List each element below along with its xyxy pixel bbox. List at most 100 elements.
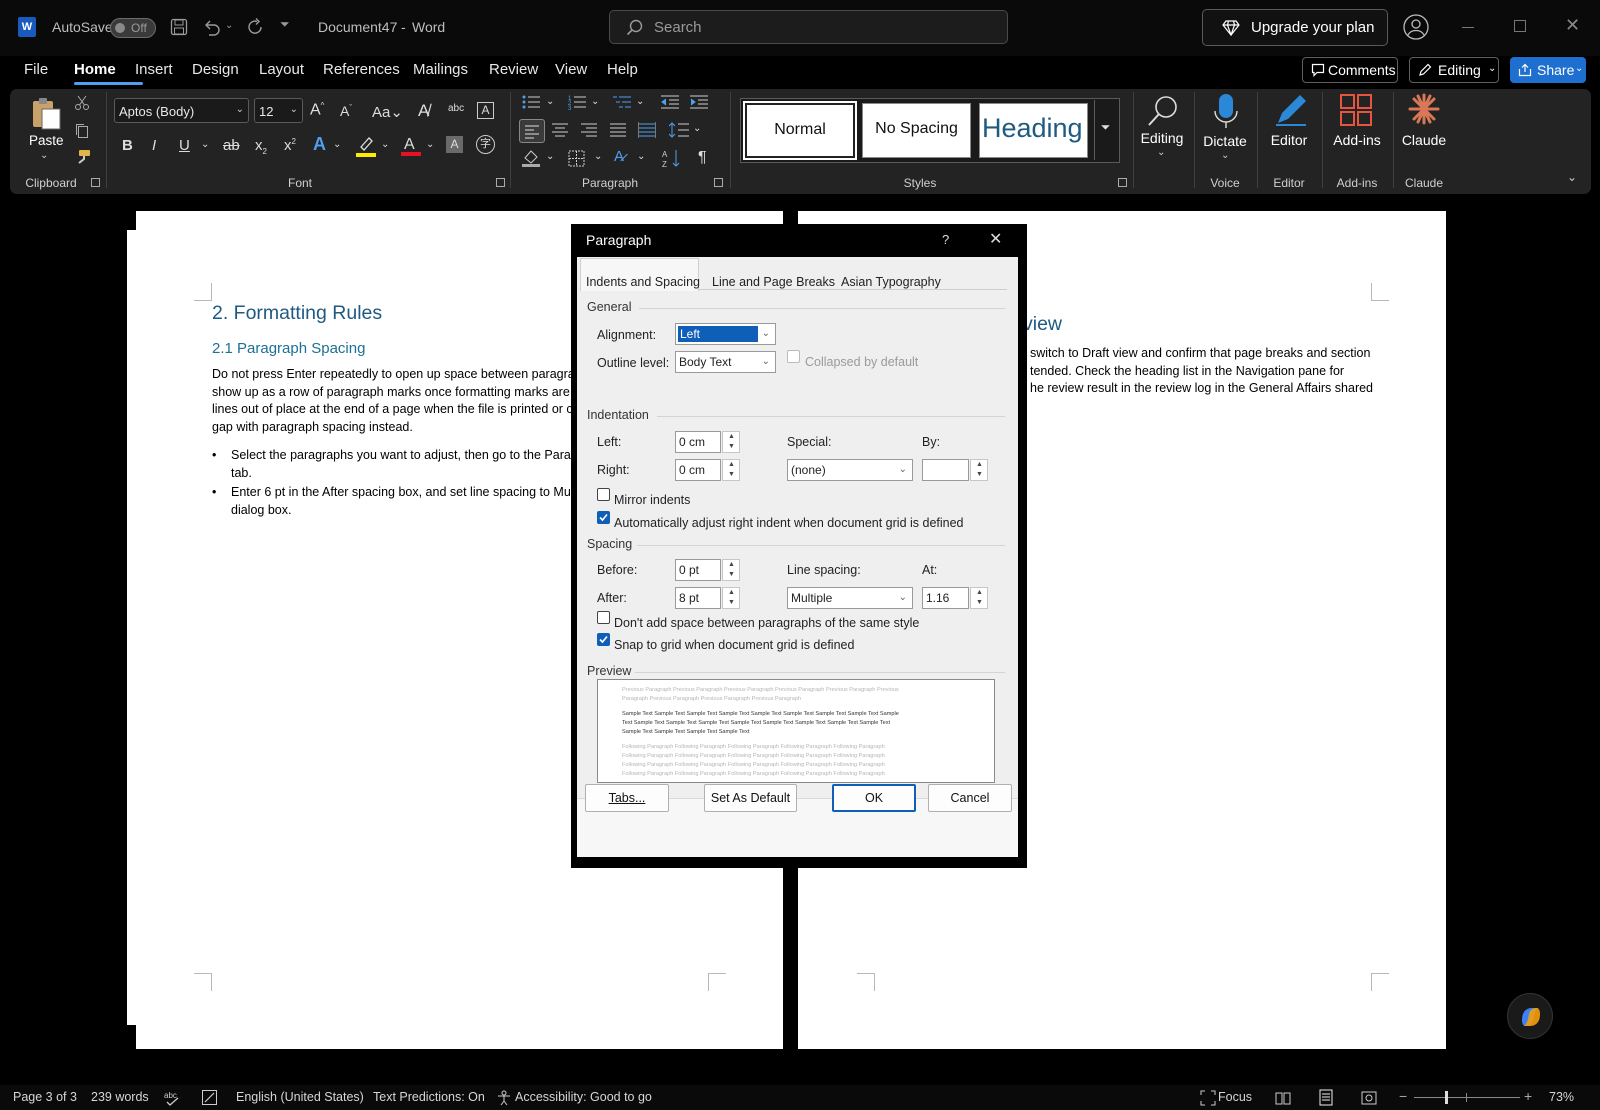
- collapse-ribbon-icon[interactable]: ⌄: [1567, 170, 1577, 184]
- zoom-level[interactable]: 73%: [1549, 1090, 1574, 1104]
- add-ins-button[interactable]: Add-ins: [1328, 132, 1386, 148]
- save-icon[interactable]: [170, 18, 188, 36]
- word-count[interactable]: 239 words: [91, 1090, 149, 1104]
- outline-level-select[interactable]: Body Text ⌄: [675, 351, 776, 373]
- menu-design[interactable]: Design: [192, 61, 239, 78]
- enclose-characters-icon[interactable]: 字: [476, 135, 495, 154]
- set-as-default-button[interactable]: Set As Default: [704, 784, 797, 812]
- mirror-indents-checkbox[interactable]: [597, 488, 610, 501]
- align-right-icon[interactable]: [580, 122, 598, 138]
- distributed-icon[interactable]: [638, 122, 656, 138]
- shading-chevron-icon[interactable]: ⌄: [546, 151, 554, 162]
- right-indent-input[interactable]: 0 cm ▲ ▼: [675, 459, 740, 481]
- menu-layout[interactable]: Layout: [259, 61, 304, 78]
- comments-button[interactable]: Comments: [1302, 57, 1398, 83]
- strikethrough-icon[interactable]: ab: [223, 137, 240, 154]
- underline-icon[interactable]: U: [179, 137, 190, 154]
- highlight-color-icon[interactable]: [356, 135, 376, 157]
- left-indent-input[interactable]: 0 cm ▲ ▼: [675, 431, 740, 453]
- shading-icon[interactable]: [522, 149, 540, 167]
- tabs-button[interactable]: Tabs...: [585, 784, 669, 812]
- numbering-chevron-icon[interactable]: ⌄: [591, 96, 599, 107]
- align-left-icon[interactable]: [519, 119, 545, 143]
- paste-label[interactable]: Paste: [29, 133, 64, 148]
- alignment-select[interactable]: Left ⌄: [675, 323, 776, 345]
- paragraph-launcher-icon[interactable]: [714, 178, 723, 187]
- line-spacing-chevron-icon[interactable]: ⌄: [693, 123, 701, 134]
- add-ins-icon[interactable]: [1340, 94, 1372, 126]
- multilevel-chevron-icon[interactable]: ⌄: [636, 96, 644, 107]
- font-color-icon[interactable]: A: [401, 133, 421, 157]
- before-input[interactable]: 0 pt ▲ ▼: [675, 559, 740, 581]
- upgrade-button[interactable]: Upgrade your plan: [1202, 9, 1388, 46]
- asian-layout-icon[interactable]: A̷: [614, 148, 624, 165]
- help-icon[interactable]: ?: [942, 232, 949, 247]
- minimize-icon[interactable]: [1462, 27, 1474, 28]
- text-effects-chevron-icon[interactable]: ⌄: [333, 139, 341, 150]
- autosave-toggle[interactable]: Off: [110, 18, 156, 38]
- editor-button[interactable]: Editor: [1262, 132, 1316, 148]
- clear-formatting-icon[interactable]: A̸: [418, 101, 429, 121]
- line-spacing-select[interactable]: Multiple ⌄: [787, 587, 913, 609]
- italic-icon[interactable]: I: [152, 137, 156, 154]
- style-no-spacing[interactable]: No Spacing: [862, 103, 971, 158]
- menu-home[interactable]: Home: [74, 61, 116, 78]
- font-size-select[interactable]: 12 ⌄: [254, 98, 303, 123]
- tab-asian-typography[interactable]: Asian Typography: [841, 275, 941, 289]
- clipboard-launcher-icon[interactable]: [91, 178, 100, 187]
- decrease-indent-icon[interactable]: [661, 94, 679, 110]
- styles-more-icon[interactable]: ⏷: [1094, 100, 1116, 160]
- at-input[interactable]: 1.16 ▲ ▼: [922, 587, 988, 609]
- font-family-select[interactable]: Aptos (Body) ⌄: [114, 98, 249, 123]
- zoom-out-icon[interactable]: −: [1399, 1088, 1407, 1104]
- after-spinner[interactable]: ▲ ▼: [722, 587, 740, 609]
- tab-line-page-breaks[interactable]: Line and Page Breaks: [712, 275, 835, 289]
- menu-file[interactable]: File: [24, 61, 48, 78]
- style-heading1[interactable]: Heading 1: [979, 103, 1088, 158]
- superscript-icon[interactable]: x2: [284, 137, 296, 154]
- claude-icon[interactable]: [1408, 93, 1440, 125]
- focus-button[interactable]: Focus: [1218, 1090, 1252, 1104]
- underline-chevron-icon[interactable]: ⌄: [201, 139, 209, 150]
- borders-icon[interactable]: [568, 150, 585, 167]
- print-layout-icon[interactable]: [1318, 1089, 1334, 1106]
- dont-add-space-checkbox[interactable]: [597, 611, 610, 624]
- right-indent-spinner[interactable]: ▲ ▼: [722, 459, 740, 481]
- phonetic-guide-icon[interactable]: abc: [448, 103, 464, 114]
- multilevel-list-icon[interactable]: [613, 94, 631, 110]
- character-shading-icon[interactable]: A: [446, 136, 463, 153]
- by-input[interactable]: ▲ ▼: [922, 459, 988, 481]
- zoom-slider[interactable]: [1414, 1097, 1520, 1098]
- auto-adjust-checkbox[interactable]: [597, 511, 610, 524]
- zoom-in-icon[interactable]: +: [1524, 1088, 1532, 1104]
- left-indent-spinner[interactable]: ▲ ▼: [722, 431, 740, 453]
- cancel-button[interactable]: Cancel: [928, 784, 1012, 812]
- undo-icon[interactable]: [201, 17, 221, 37]
- track-changes-icon[interactable]: [202, 1090, 217, 1105]
- language-status[interactable]: English (United States): [236, 1090, 364, 1104]
- at-spinner[interactable]: ▲ ▼: [970, 587, 988, 609]
- text-effects-icon[interactable]: A: [313, 134, 326, 155]
- by-spinner[interactable]: ▲ ▼: [970, 459, 988, 481]
- font-color-chevron-icon[interactable]: ⌄: [426, 139, 434, 150]
- proofing-icon[interactable]: abc: [164, 1090, 182, 1106]
- web-layout-icon[interactable]: [1361, 1090, 1377, 1106]
- read-mode-icon[interactable]: [1275, 1090, 1291, 1106]
- account-avatar[interactable]: [1403, 14, 1429, 40]
- dictate-button[interactable]: Dictate: [1200, 133, 1250, 149]
- menu-insert[interactable]: Insert: [135, 61, 173, 78]
- share-button[interactable]: Share ⌄: [1510, 57, 1586, 83]
- undo-dropdown-icon[interactable]: ⌄: [225, 20, 233, 31]
- show-formatting-marks-icon[interactable]: ¶: [698, 149, 707, 167]
- dictate-chevron-icon[interactable]: ⌄: [1221, 150, 1229, 161]
- font-launcher-icon[interactable]: [496, 178, 505, 187]
- editing-group-button[interactable]: Editing: [1140, 130, 1184, 146]
- numbering-icon[interactable]: 123: [568, 94, 586, 110]
- search-box[interactable]: Search: [609, 10, 1008, 44]
- text-predictions-status[interactable]: Text Predictions: On: [373, 1090, 485, 1104]
- sort-icon[interactable]: AZ: [662, 148, 682, 168]
- editing-mode-button[interactable]: Editing ⌄: [1409, 57, 1499, 83]
- cut-icon[interactable]: [74, 95, 90, 111]
- dialog-close-icon[interactable]: ✕: [989, 229, 1002, 249]
- asian-layout-chevron-icon[interactable]: ⌄: [637, 151, 645, 162]
